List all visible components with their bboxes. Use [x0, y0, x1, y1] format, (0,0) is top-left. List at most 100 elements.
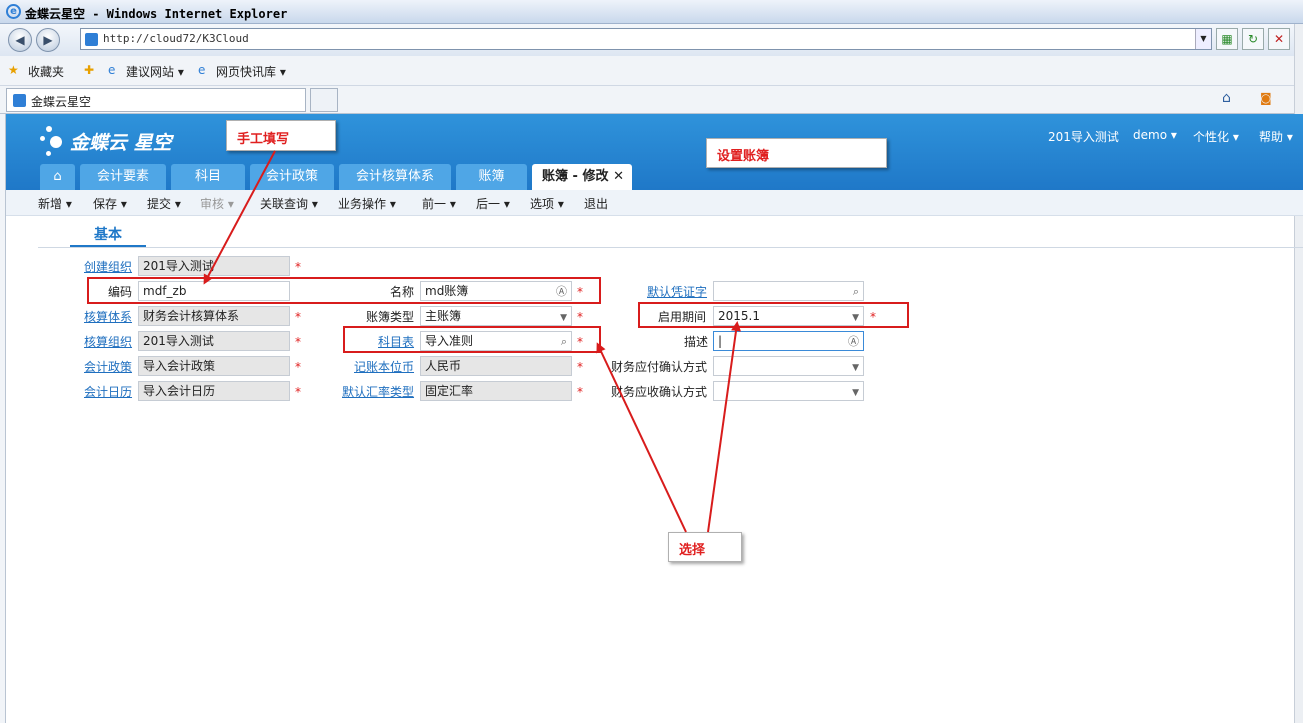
related-query-button[interactable]: 关联查询 ▾ [260, 195, 318, 212]
window-titlebar: e 金蝶云星空 - Windows Internet Explorer [0, 0, 1303, 24]
accounting-system-field: 财务会计核算体系 [138, 306, 290, 326]
calendar-label[interactable]: 会计日历 [84, 383, 132, 400]
callout-set-ledger: 设置账簿 [706, 138, 887, 168]
chevron-down-icon[interactable]: ▼ [852, 359, 859, 375]
window-title: 金蝶云星空 - Windows Internet Explorer [25, 7, 288, 21]
default-voucher-input[interactable]: ⌕ [713, 281, 864, 301]
compat-view-icon[interactable]: ▦ [1216, 28, 1238, 50]
tab-ledger-edit-label: 账簿 - 修改 [542, 169, 609, 184]
description-input[interactable]: | Ⓐ [713, 331, 864, 351]
create-org-label[interactable]: 创建组织 [84, 258, 132, 275]
required-mark: * [295, 335, 301, 349]
tab-basic[interactable]: 基本 [70, 224, 146, 248]
fav-link-suggested[interactable]: 建议网站 ▾ [126, 63, 184, 80]
new-button[interactable]: 新增 ▾ [38, 195, 72, 212]
required-mark: * [577, 360, 583, 374]
required-mark: * [295, 385, 301, 399]
tab-accounting-elements[interactable]: 会计要素 [80, 164, 166, 190]
highlight-account-table [343, 326, 601, 353]
tab-accounting-policy[interactable]: 会计政策 [250, 164, 334, 190]
favorites-bar: ★ 收藏夹 ✚ e 建议网站 ▾ e 网页快讯库 ▾ [0, 56, 1303, 86]
description-label: 描述 [684, 335, 709, 349]
org-switcher[interactable]: 201导入测试 [1048, 128, 1119, 145]
book-type-value: 主账簿 [425, 309, 462, 323]
tab-accounting-system[interactable]: 会计核算体系 [339, 164, 451, 190]
accounting-policy-label[interactable]: 会计政策 [84, 358, 132, 375]
required-mark: * [295, 310, 301, 324]
callout-select: 选择 [668, 532, 742, 562]
favorites-star-icon: ★ [8, 63, 19, 77]
app-toolbar: 新增 ▾ 保存 ▾ 提交 ▾ 审核 ▾ 关联查询 ▾ 业务操作 ▾ 前一 ▾ 后… [6, 190, 1303, 216]
home-icon: ⌂ [53, 169, 62, 184]
chevron-down-icon[interactable]: ▼ [560, 309, 567, 325]
personalize-menu[interactable]: 个性化 ▾ [1193, 128, 1239, 145]
accounting-org-label[interactable]: 核算组织 [84, 333, 132, 350]
search-icon[interactable]: ⌕ [853, 283, 859, 300]
base-currency-label[interactable]: 记账本位币 [354, 358, 414, 375]
site-favicon-icon [85, 33, 98, 46]
default-voucher-label[interactable]: 默认凭证字 [647, 283, 707, 300]
book-type-select[interactable]: 主账簿 ▼ [420, 306, 572, 326]
feeds-icon[interactable]: ◙ [1260, 91, 1272, 105]
tab-ledger[interactable]: 账簿 [456, 164, 527, 190]
ie-page-icon: e [108, 63, 116, 77]
exit-button[interactable]: 退出 [584, 195, 608, 212]
close-icon[interactable]: ✕ [613, 164, 624, 190]
back-icon[interactable]: ◀ [8, 28, 32, 52]
rate-type-label[interactable]: 默认汇率类型 [342, 383, 414, 400]
ie-logo-icon: e [6, 4, 21, 19]
user-menu[interactable]: demo ▾ [1133, 128, 1177, 142]
callout-manual-fill: 手工填写 [226, 120, 336, 151]
submit-button[interactable]: 提交 ▾ [147, 195, 181, 212]
payable-confirm-select[interactable]: ▼ [713, 356, 864, 376]
url-input[interactable]: http://cloud72/K3Cloud ▼ [80, 28, 1212, 50]
multilang-icon[interactable]: Ⓐ [848, 333, 859, 350]
receivable-confirm-label: 财务应收确认方式 [611, 385, 708, 399]
logo-dots-icon [40, 124, 68, 158]
description-value: | [718, 334, 723, 348]
accounting-policy-field: 导入会计政策 [138, 356, 290, 376]
required-mark: * [577, 385, 583, 399]
base-currency-field: 人民币 [420, 356, 572, 376]
receivable-confirm-select[interactable]: ▼ [713, 381, 864, 401]
new-tab-button[interactable] [310, 88, 338, 112]
logo-text: 金蝶云 星空 [70, 132, 172, 154]
create-org-field: 201导入测试 [138, 256, 290, 276]
save-button[interactable]: 保存 ▾ [93, 195, 127, 212]
add-favorite-icon[interactable]: ✚ [84, 63, 94, 77]
audit-button[interactable]: 审核 ▾ [200, 195, 234, 212]
next-button[interactable]: 后一 ▾ [476, 195, 510, 212]
rate-type-field: 固定汇率 [420, 381, 572, 401]
required-mark: * [577, 310, 583, 324]
ie-page-icon: e [198, 63, 206, 77]
options-button[interactable]: 选项 ▾ [530, 195, 564, 212]
business-ops-button[interactable]: 业务操作 ▾ [338, 195, 396, 212]
accounting-system-label[interactable]: 核算体系 [84, 308, 132, 325]
fav-link-webslice[interactable]: 网页快讯库 ▾ [216, 63, 286, 80]
accounting-org-field: 201导入测试 [138, 331, 290, 351]
tab-ledger-edit[interactable]: 账簿 - 修改 ✕ [532, 164, 632, 190]
favorites-button[interactable]: 收藏夹 [28, 63, 64, 80]
highlight-start-period [638, 302, 909, 328]
chevron-down-icon[interactable]: ▼ [852, 384, 859, 400]
site-favicon-icon [13, 94, 26, 107]
highlight-code-name [87, 277, 601, 304]
book-type-label: 账簿类型 [366, 310, 415, 324]
browser-tab-title: 金蝶云星空 [31, 95, 92, 109]
refresh-icon[interactable]: ↻ [1242, 28, 1264, 50]
calendar-field: 导入会计日历 [138, 381, 290, 401]
payable-confirm-label: 财务应付确认方式 [611, 360, 708, 374]
previous-button[interactable]: 前一 ▾ [422, 195, 456, 212]
help-menu[interactable]: 帮助 ▾ [1259, 128, 1293, 145]
required-mark: * [295, 360, 301, 374]
tab-home[interactable]: ⌂ [40, 164, 75, 190]
required-mark: * [295, 260, 301, 274]
url-dropdown-icon[interactable]: ▼ [1195, 29, 1211, 49]
home-icon[interactable]: ⌂ [1222, 90, 1231, 106]
tab-accounts[interactable]: 科目 [171, 164, 245, 190]
app-header: 金蝶云 星空 201导入测试 demo ▾ 个性化 ▾ 帮助 ▾ ⌂ 会计要素 … [6, 114, 1303, 190]
forward-icon[interactable]: ▶ [36, 28, 60, 52]
browser-tab[interactable]: 金蝶云星空 [6, 88, 306, 112]
url-text: http://cloud72/K3Cloud [103, 32, 249, 45]
stop-icon[interactable]: ✕ [1268, 28, 1290, 50]
